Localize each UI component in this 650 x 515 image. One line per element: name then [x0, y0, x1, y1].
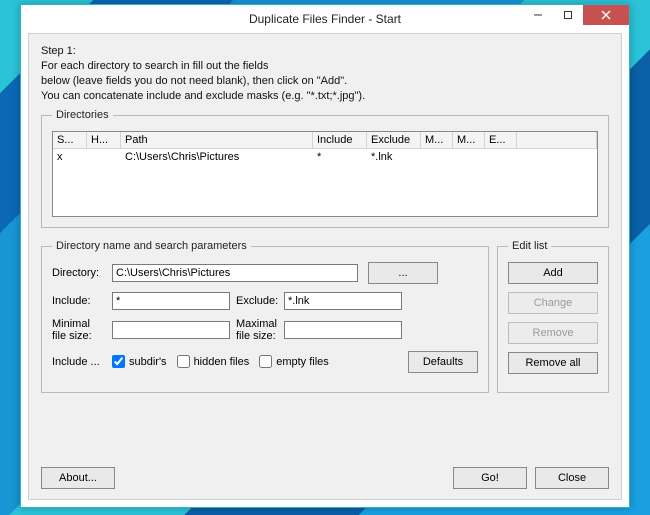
col-exclude[interactable]: Exclude [367, 132, 421, 149]
about-button[interactable]: About... [41, 467, 115, 489]
close-window-button[interactable] [583, 5, 629, 25]
directories-legend: Directories [52, 109, 113, 121]
options-row: Include ... subdir's hidden files empty … [52, 351, 478, 373]
listview-header: S... H... Path Include Exclude M... M...… [53, 132, 597, 149]
instructions-line: For each directory to search in fill out… [41, 59, 609, 74]
exclude-input[interactable] [284, 292, 402, 310]
col-path[interactable]: Path [121, 132, 313, 149]
empty-checkbox-input[interactable] [259, 355, 272, 368]
directory-label: Directory: [52, 267, 112, 279]
cell-spacer [517, 149, 597, 165]
browse-button[interactable]: ... [368, 262, 438, 284]
cell-m2 [453, 149, 485, 165]
min-size-label: Minimal file size: [52, 318, 112, 342]
instructions-line: Step 1: [41, 44, 609, 59]
filesize-row: Minimal file size: Maximal file size: [52, 318, 478, 342]
directories-group: Directories S... H... Path Include Exclu… [41, 109, 609, 228]
include-exclude-row: Include: Exclude: [52, 292, 478, 310]
cell-exclude: *.lnk [367, 149, 421, 165]
parameters-group: Directory name and search parameters Dir… [41, 240, 489, 393]
cell-s: x [53, 149, 87, 165]
minimize-icon [533, 10, 543, 20]
close-button[interactable]: Close [535, 467, 609, 489]
defaults-button[interactable]: Defaults [408, 351, 478, 373]
include-input[interactable] [112, 292, 230, 310]
parameters-legend: Directory name and search parameters [52, 240, 251, 252]
directory-input[interactable] [112, 264, 358, 282]
col-h[interactable]: H... [87, 132, 121, 149]
maximize-button[interactable] [553, 5, 583, 25]
hidden-checkbox[interactable]: hidden files [177, 355, 250, 368]
max-size-input[interactable] [284, 321, 402, 339]
cell-h [87, 149, 121, 165]
col-m2[interactable]: M... [453, 132, 485, 149]
minimize-button[interactable] [523, 5, 553, 25]
min-size-input[interactable] [112, 321, 230, 339]
col-spacer [517, 132, 597, 149]
titlebar[interactable]: Duplicate Files Finder - Start [21, 5, 629, 33]
remove-all-button[interactable]: Remove all [508, 352, 598, 374]
instructions-text: Step 1: For each directory to search in … [41, 44, 609, 103]
directory-row: Directory: ... [52, 262, 478, 284]
add-button[interactable]: Add [508, 262, 598, 284]
change-button[interactable]: Change [508, 292, 598, 314]
col-include[interactable]: Include [313, 132, 367, 149]
instructions-line: You can concatenate include and exclude … [41, 89, 609, 104]
col-e[interactable]: E... [485, 132, 517, 149]
maximize-icon [563, 10, 573, 20]
app-window: Duplicate Files Finder - Start Step 1: F… [20, 4, 630, 508]
cell-e [485, 149, 517, 165]
directories-listview[interactable]: S... H... Path Include Exclude M... M...… [52, 131, 598, 217]
instructions-line: below (leave fields you do not need blan… [41, 74, 609, 89]
cell-m1 [421, 149, 453, 165]
cell-include: * [313, 149, 367, 165]
close-icon [601, 10, 611, 20]
window-controls [523, 5, 629, 25]
max-size-label: Maximal file size: [230, 318, 284, 342]
cell-path: C:\Users\Chris\Pictures [121, 149, 313, 165]
remove-button[interactable]: Remove [508, 322, 598, 344]
footer-row: About... Go! Close [41, 467, 609, 489]
hidden-label: hidden files [194, 356, 250, 368]
col-m1[interactable]: M... [421, 132, 453, 149]
empty-checkbox[interactable]: empty files [259, 355, 329, 368]
client-area: Step 1: For each directory to search in … [28, 33, 622, 500]
editlist-legend: Edit list [508, 240, 551, 252]
subdirs-label: subdir's [129, 356, 167, 368]
empty-label: empty files [276, 356, 329, 368]
go-button[interactable]: Go! [453, 467, 527, 489]
params-editlist-row: Directory name and search parameters Dir… [41, 236, 609, 401]
subdirs-checkbox[interactable]: subdir's [112, 355, 167, 368]
subdirs-checkbox-input[interactable] [112, 355, 125, 368]
table-row[interactable]: x C:\Users\Chris\Pictures * *.lnk [53, 149, 597, 165]
include-options-label: Include ... [52, 356, 112, 368]
editlist-group: Edit list Add Change Remove Remove all [497, 240, 609, 393]
col-s[interactable]: S... [53, 132, 87, 149]
exclude-label: Exclude: [230, 295, 284, 307]
hidden-checkbox-input[interactable] [177, 355, 190, 368]
include-label: Include: [52, 295, 112, 307]
